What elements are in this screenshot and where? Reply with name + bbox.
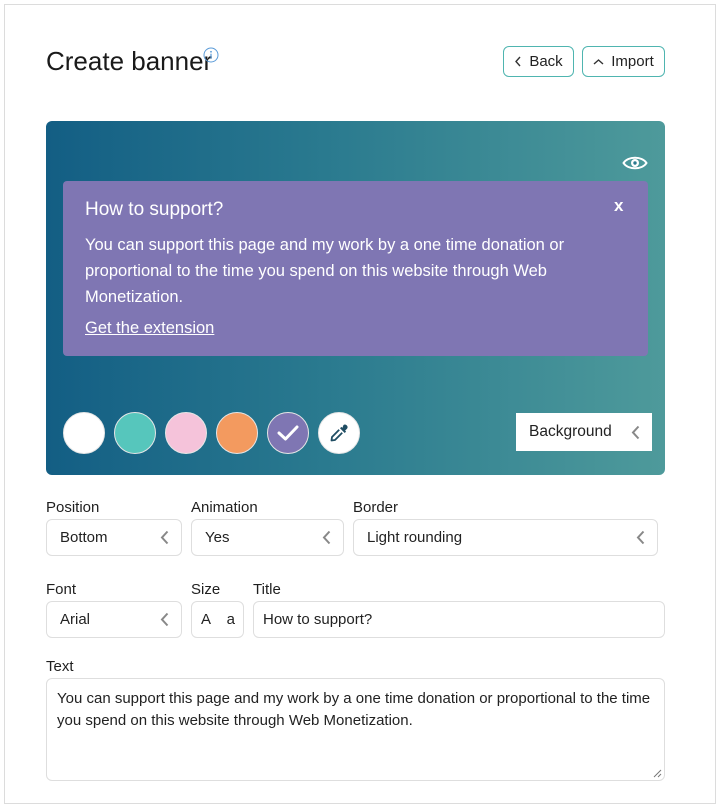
banner-text: You can support this page and my work by… bbox=[85, 236, 565, 306]
banner-title: How to support? bbox=[85, 199, 224, 220]
border-select[interactable]: Light rounding bbox=[353, 519, 658, 556]
swatch-teal[interactable] bbox=[114, 412, 156, 454]
info-icon[interactable] bbox=[203, 47, 219, 63]
chevron-left-icon bbox=[636, 530, 645, 545]
background-select-label: Background bbox=[529, 423, 612, 440]
animation-value: Yes bbox=[205, 529, 230, 546]
title-input[interactable]: How to support? bbox=[253, 601, 665, 638]
banner-card: How to support? x You can support this p… bbox=[63, 181, 648, 356]
size-increase-button[interactable]: A bbox=[201, 611, 211, 628]
import-button[interactable]: Import bbox=[582, 46, 665, 77]
chevron-left-icon bbox=[515, 56, 521, 67]
banner-close-button[interactable]: x bbox=[614, 196, 623, 216]
resize-handle-icon[interactable] bbox=[653, 769, 662, 778]
eyedropper-icon bbox=[330, 424, 348, 442]
background-select[interactable]: Background bbox=[516, 413, 652, 451]
font-select[interactable]: Arial bbox=[46, 601, 182, 638]
animation-label: Animation bbox=[191, 499, 258, 516]
size-decrease-button[interactable]: a bbox=[227, 611, 235, 628]
chevron-left-icon bbox=[160, 530, 169, 545]
swatch-orange[interactable] bbox=[216, 412, 258, 454]
position-label: Position bbox=[46, 499, 100, 516]
swatch-white[interactable] bbox=[63, 412, 105, 454]
size-control: A a bbox=[191, 601, 244, 638]
border-label: Border bbox=[353, 499, 399, 516]
font-label: Font bbox=[46, 581, 77, 598]
back-button[interactable]: Back bbox=[503, 46, 574, 77]
chevron-left-icon bbox=[160, 612, 169, 627]
import-label: Import bbox=[611, 53, 654, 70]
title-label: Title bbox=[253, 581, 281, 598]
back-label: Back bbox=[529, 53, 563, 70]
swatch-purple[interactable] bbox=[267, 412, 309, 454]
checkmark-icon bbox=[277, 425, 299, 441]
swatch-pink[interactable] bbox=[165, 412, 207, 454]
page-title: Create banner bbox=[46, 46, 213, 76]
chevron-left-icon bbox=[631, 425, 640, 439]
text-label: Text bbox=[46, 658, 74, 675]
animation-select[interactable]: Yes bbox=[191, 519, 344, 556]
position-select[interactable]: Bottom bbox=[46, 519, 182, 556]
chevron-left-icon bbox=[322, 530, 331, 545]
chevron-up-icon bbox=[593, 58, 604, 65]
size-label: Size bbox=[191, 581, 221, 598]
eyedropper-button[interactable] bbox=[318, 412, 360, 454]
text-value: You can support this page and my work by… bbox=[57, 690, 651, 729]
get-extension-link[interactable]: Get the extension bbox=[85, 319, 214, 338]
position-value: Bottom bbox=[60, 529, 108, 546]
border-value: Light rounding bbox=[367, 529, 463, 546]
text-textarea[interactable]: You can support this page and my work by… bbox=[46, 678, 665, 781]
font-value: Arial bbox=[60, 611, 91, 628]
title-value: How to support? bbox=[263, 611, 373, 628]
eye-icon[interactable] bbox=[622, 154, 648, 172]
